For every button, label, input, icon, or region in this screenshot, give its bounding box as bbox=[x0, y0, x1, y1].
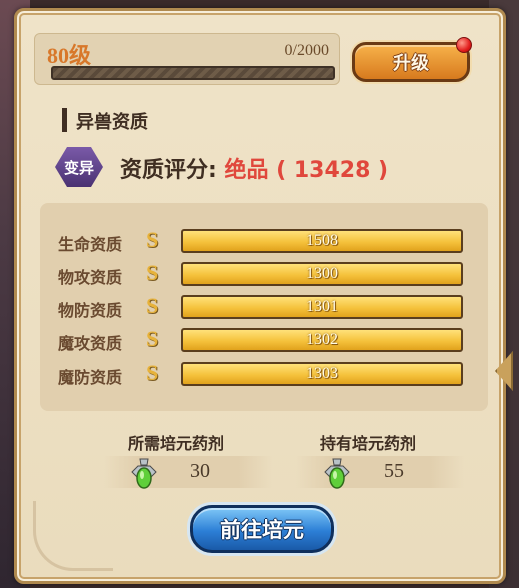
notification-dot-icon bbox=[456, 37, 472, 53]
section-title-text: 异兽资质 bbox=[76, 112, 148, 133]
qualification-score: 资质评分: 绝品 ( 13428 ) bbox=[120, 152, 388, 184]
stat-row-magic-def: 魔防资质 S 1303 bbox=[40, 360, 488, 388]
stats-box: 生命资质 S 1508 物攻资质 S 1300 物防资质 S 1301 魔攻资质… bbox=[40, 203, 488, 411]
stat-grade: S bbox=[146, 326, 159, 351]
side-arrow-icon[interactable] bbox=[495, 351, 513, 391]
stat-label: 魔攻资质 bbox=[58, 334, 123, 353]
score-label: 资质评分: bbox=[120, 158, 225, 183]
stat-bar: 1301 bbox=[181, 295, 463, 319]
stat-row-magic-atk: 魔攻资质 S 1302 bbox=[40, 326, 488, 354]
required-potion-title: 所需培元药剂 bbox=[128, 434, 225, 453]
go-cultivate-button[interactable]: 前往培元 bbox=[190, 505, 334, 553]
stat-label: 生命资质 bbox=[58, 235, 123, 254]
section-title: 异兽资质 bbox=[62, 108, 148, 134]
stat-grade: S bbox=[146, 227, 159, 252]
stat-label: 魔防资质 bbox=[58, 368, 123, 387]
stat-grade: S bbox=[146, 260, 159, 285]
stat-row-phys-def: 物防资质 S 1301 bbox=[40, 293, 488, 321]
stat-bar: 1303 bbox=[181, 362, 463, 386]
stat-grade: S bbox=[146, 360, 159, 385]
upgrade-button[interactable]: 升级 bbox=[352, 42, 470, 82]
exp-text: 0/2000 bbox=[284, 42, 329, 59]
required-potion-value: 30 bbox=[190, 460, 210, 482]
stat-grade: S bbox=[146, 293, 159, 318]
potion-bottle-icon bbox=[324, 458, 350, 489]
stat-bar: 1508 bbox=[181, 229, 463, 253]
exp-progress-bar bbox=[51, 66, 335, 80]
decorative-corner bbox=[33, 501, 113, 571]
stat-row-phys-atk: 物攻资质 S 1300 bbox=[40, 260, 488, 288]
stat-bar: 1302 bbox=[181, 328, 463, 352]
level-box: 80级 0/2000 bbox=[34, 33, 340, 85]
potion-bottle-icon bbox=[131, 458, 157, 489]
stat-label: 物攻资质 bbox=[58, 268, 123, 287]
owned-potion-value: 55 bbox=[384, 460, 404, 482]
score-value: 绝品 ( 13428 ) bbox=[224, 158, 389, 183]
stat-bar: 1300 bbox=[181, 262, 463, 286]
owned-potion-title: 持有培元药剂 bbox=[320, 434, 417, 453]
stat-label: 物防资质 bbox=[58, 301, 123, 320]
stat-row-hp: 生命资质 S 1508 bbox=[40, 227, 488, 255]
